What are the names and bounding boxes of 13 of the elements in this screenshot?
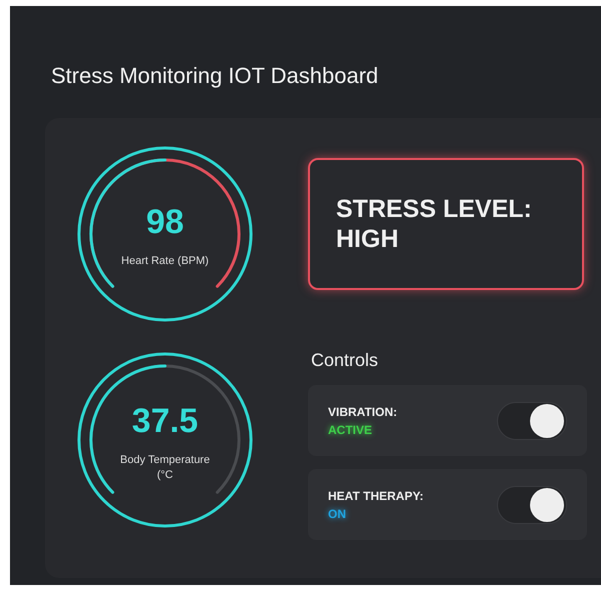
- gauge-label: Body Temperature (°C: [119, 453, 211, 482]
- gauge-label: Heart Rate (BPM): [120, 254, 210, 269]
- dashboard-title: Stress Monitoring IOT Dashboard: [50, 62, 380, 90]
- gauge-value: 98: [146, 203, 184, 242]
- control-status: ACTIVE: [328, 422, 374, 436]
- gauge-value: 37.5: [132, 402, 198, 442]
- toggle-switch[interactable]: [497, 402, 567, 440]
- control-status: ON: [328, 506, 347, 520]
- stress-level-text: STRESS LEVEL: HIGH: [336, 194, 533, 254]
- controls-heading: Controls: [311, 350, 380, 371]
- toggle-switch[interactable]: [497, 486, 567, 524]
- control-name: HEAT THERAPY:: [328, 488, 424, 502]
- control-name: VIBRATION:: [328, 404, 398, 418]
